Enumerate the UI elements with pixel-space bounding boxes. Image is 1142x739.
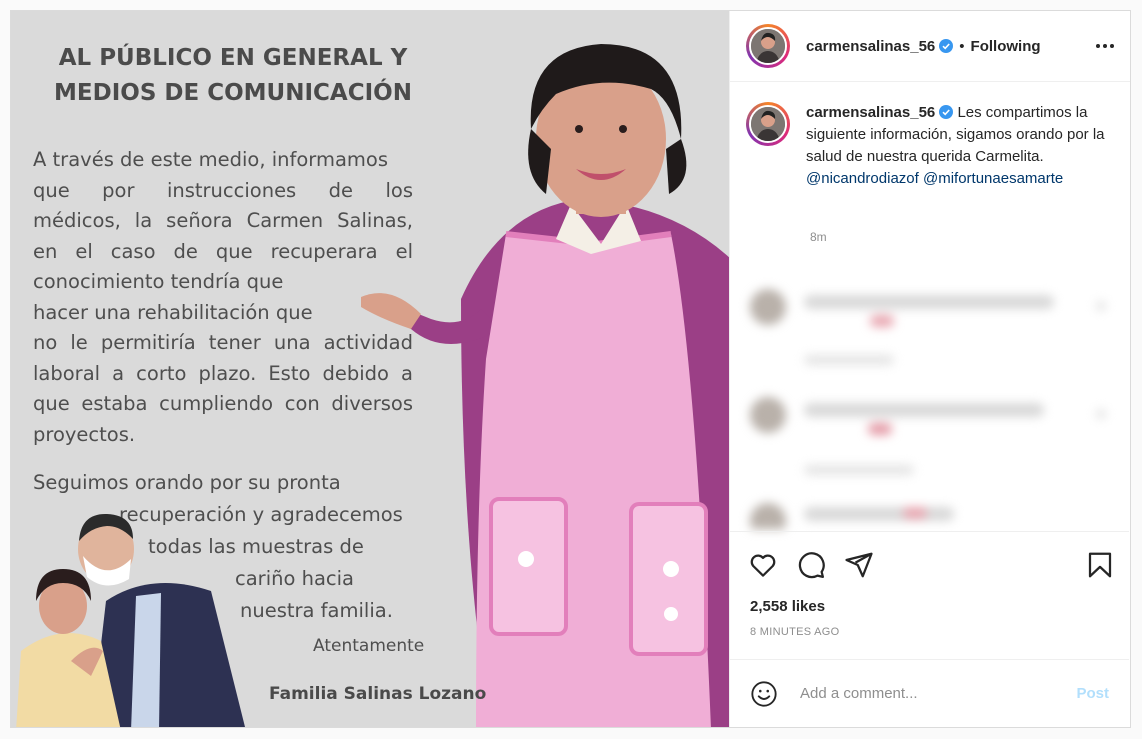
bookmark-icon[interactable] (1085, 550, 1115, 580)
verified-icon (939, 39, 954, 53)
post-timestamp: 8 MINUTES AGO (750, 626, 840, 638)
family-photo-illustration (16, 513, 245, 727)
post-image[interactable]: AL PÚBLICO EN GENERAL Y MEDIOS DE COMUNI… (11, 11, 729, 727)
avatar-image (749, 105, 787, 143)
woman-figure-illustration (361, 44, 729, 727)
avatar-image (749, 27, 787, 65)
more-icon[interactable] (1096, 44, 1114, 48)
header-separator: • (959, 37, 965, 55)
profile-photo-icon (751, 29, 785, 63)
post-comment-button[interactable]: Post (1076, 685, 1109, 702)
add-comment-bar: Post (730, 659, 1129, 727)
caption-username[interactable]: carmensalinas_56 (806, 104, 935, 121)
caption-avatar[interactable] (746, 102, 790, 146)
share-icon[interactable] (844, 550, 874, 580)
mention-link[interactable]: @mifortunaesamarte (923, 170, 1063, 187)
instagram-post: AL PÚBLICO EN GENERAL Y MEDIOS DE COMUNI… (10, 10, 1131, 728)
profile-photo-icon (751, 107, 785, 141)
post-side-panel: carmensalinas_56 • Following carmensalin… (729, 11, 1130, 727)
post-actions: 2,558 likes 8 MINUTES AGO (730, 531, 1129, 652)
image-regards: Atentamente (313, 636, 425, 656)
post-header: carmensalinas_56 • Following (730, 11, 1130, 82)
mention-link[interactable]: @nicandrodiazof (806, 170, 919, 187)
header-username[interactable]: carmensalinas_56 (806, 38, 935, 55)
image-thanks-line: Seguimos orando por su pronta (33, 471, 341, 494)
comment-icon[interactable] (796, 550, 826, 580)
following-button[interactable]: Following (971, 38, 1041, 55)
caption-timestamp: 8m (810, 230, 827, 244)
post-caption: carmensalinas_56 Les compartimos la sigu… (730, 82, 1130, 244)
emoji-icon[interactable] (750, 680, 778, 708)
heart-icon[interactable] (748, 550, 778, 580)
verified-icon (939, 105, 954, 119)
blurred-comments (738, 279, 1122, 529)
comment-input[interactable] (798, 684, 1077, 703)
caption-text: carmensalinas_56 Les compartimos la sigu… (806, 102, 1106, 190)
image-signature: Familia Salinas Lozano (269, 684, 487, 704)
likes-count[interactable]: 2,558 likes (750, 598, 825, 615)
avatar[interactable] (746, 24, 790, 68)
